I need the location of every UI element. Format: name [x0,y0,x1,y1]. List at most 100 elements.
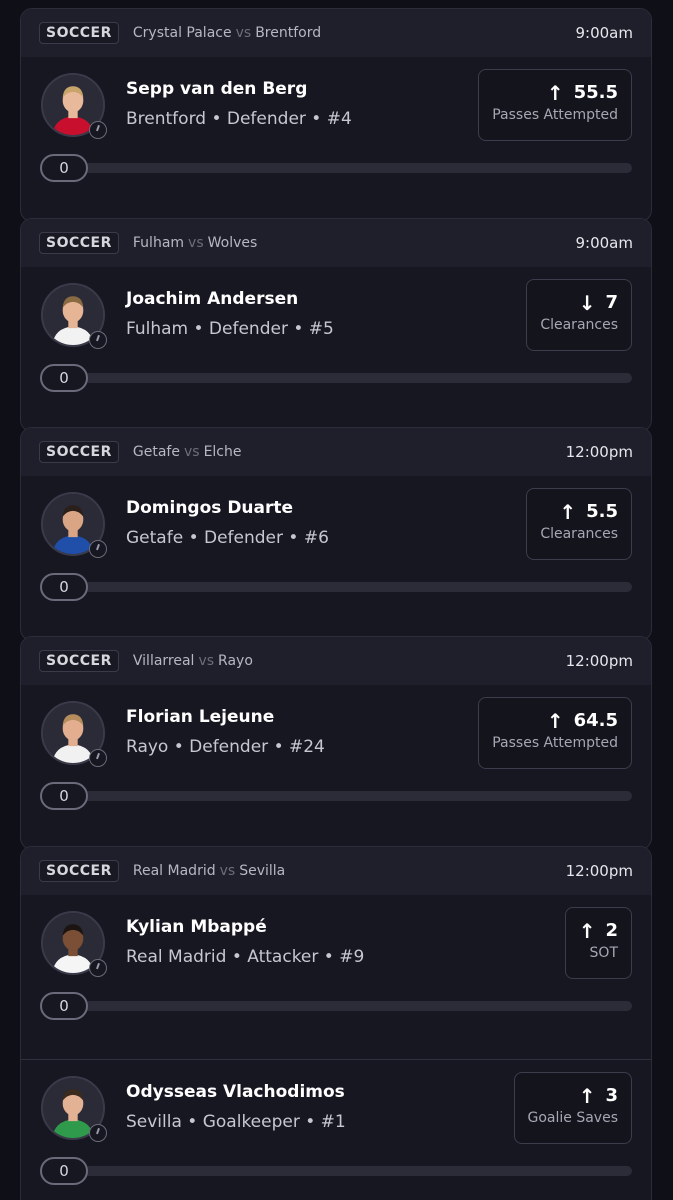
projection-value: 7 [605,292,618,313]
arrow-up-icon: ↑ [578,918,596,943]
vs-label: vs [198,653,215,669]
sport-badge: SOCCER [39,860,119,882]
projection-value: 3 [605,1085,618,1106]
sport-badge: SOCCER [39,22,119,44]
matchup: Real Madrid vs Sevilla [133,863,285,879]
vs-label: vs [219,863,236,879]
current-stat-count: 0 [40,154,88,182]
player-name[interactable]: Domingos Duarte [126,498,293,518]
game-time: 12:00pm [565,443,633,461]
projection-box[interactable]: ↑ 2 SOT [564,907,632,979]
player-prop-row[interactable]: Kylian Mbappé Real Madrid • Attacker • #9… [21,895,651,1059]
projection-box[interactable]: ↑ 55.5 Passes Attempted [478,69,632,141]
player-name[interactable]: Sepp van den Berg [126,79,307,99]
stat-type: Clearances [540,317,618,333]
projection-value: 64.5 [573,710,618,731]
player-team-position: Real Madrid • Attacker • #9 [126,947,365,967]
clock-icon [89,749,107,767]
away-team: Wolves [207,235,258,251]
progress-bar [41,1001,632,1011]
home-team: Getafe [132,444,180,460]
stat-type: Clearances [540,526,618,542]
away-team: Brentford [255,25,322,41]
game-header: SOCCER Getafe vs Elche 12:00pm [21,428,651,476]
arrow-up-icon: ↑ [578,1083,596,1108]
player-name[interactable]: Odysseas Vlachodimos [126,1082,345,1102]
current-stat-count: 0 [40,573,88,601]
clock-icon [89,331,107,349]
projection-line: ↓ 7 [540,292,618,313]
projection-box[interactable]: ↑ 5.5 Clearances [526,488,632,560]
progress-bar [41,791,632,801]
player-name[interactable]: Kylian Mbappé [126,917,267,937]
player-team-position: Fulham • Defender • #5 [126,319,334,339]
projection-box[interactable]: ↓ 7 Clearances [526,279,632,351]
arrow-down-icon: ↓ [578,290,596,315]
away-team: Elche [203,444,242,460]
home-team: Villarreal [132,653,195,669]
projection-line: ↑ 2 [579,920,618,941]
progress-bar [41,373,632,383]
clock-icon [89,540,107,558]
game-card: SOCCER Fulham vs Wolves 9:00am Joachim Anders… [20,218,652,432]
sport-badge: SOCCER [39,232,119,254]
arrow-up-icon: ↑ [546,708,564,733]
matchup: Getafe vs Elche [133,444,242,460]
sport-badge: SOCCER [39,650,119,672]
away-team: Sevilla [239,863,286,879]
current-stat-count: 0 [40,992,88,1020]
home-team: Real Madrid [132,863,216,879]
projection-line: ↑ 3 [528,1083,618,1108]
player-name[interactable]: Florian Lejeune [126,707,274,727]
player-team-position: Getafe • Defender • #6 [126,528,329,548]
away-team: Rayo [218,653,253,669]
projection-line: ↑ 64.5 [492,710,618,731]
game-card: SOCCER Crystal Palace vs Brentford 9:00am Sep… [20,8,652,222]
matchup: Villarreal vs Rayo [133,653,253,669]
player-prop-row[interactable]: Florian Lejeune Rayo • Defender • #24 ↑ 64.… [21,685,651,849]
current-stat-count: 0 [40,782,88,810]
home-team: Fulham [132,235,185,251]
game-header: SOCCER Real Madrid vs Sevilla 12:00pm [21,847,651,895]
matchup: Fulham vs Wolves [133,235,257,251]
game-time: 9:00am [575,24,634,42]
vs-label: vs [188,235,204,251]
stat-type: Passes Attempted [492,735,618,751]
vs-label: vs [183,444,200,460]
progress-bar [41,163,632,173]
progress-bar [41,582,632,592]
projection-value: 5.5 [586,501,618,522]
current-stat-count: 0 [40,1157,88,1185]
arrow-up-icon: ↑ [546,80,564,105]
game-header: SOCCER Crystal Palace vs Brentford 9:00am [21,9,651,57]
sport-badge: SOCCER [39,441,119,463]
player-team-position: Brentford • Defender • #4 [126,109,352,129]
game-card: SOCCER Real Madrid vs Sevilla 12:00pm Kylian … [20,846,652,1200]
projection-box[interactable]: ↑ 64.5 Passes Attempted [478,697,632,769]
stat-type: SOT [589,945,618,961]
game-time: 9:00am [575,234,634,252]
projection-line: ↑ 55.5 [492,82,618,103]
game-header: SOCCER Fulham vs Wolves 9:00am [21,219,651,267]
clock-icon [89,1124,107,1142]
clock-icon [89,959,107,977]
player-prop-row[interactable]: Odysseas Vlachodimos Sevilla • Goalkeeper… [21,1059,651,1200]
game-card: SOCCER Getafe vs Elche 12:00pm Domingos Duart… [20,427,652,641]
home-team: Crystal Palace [132,25,232,41]
player-prop-row[interactable]: Sepp van den Berg Brentford • Defender • … [21,57,651,221]
clock-icon [89,121,107,139]
player-prop-row[interactable]: Domingos Duarte Getafe • Defender • #6 ↑ 5.… [21,476,651,640]
game-time: 12:00pm [565,652,633,670]
progress-bar [41,1166,632,1176]
matchup: Crystal Palace vs Brentford [133,25,321,41]
vs-label: vs [235,25,252,41]
current-stat-count: 0 [40,364,88,392]
arrow-up-icon: ↑ [559,499,577,524]
stat-type: Passes Attempted [492,107,618,123]
stat-type: Goalie Saves [527,1110,619,1126]
player-name[interactable]: Joachim Andersen [126,289,298,309]
projection-box[interactable]: ↑ 3 Goalie Saves [513,1072,632,1144]
player-prop-row[interactable]: Joachim Andersen Fulham • Defender • #5 ↓ 7… [21,267,651,431]
projection-line: ↑ 5.5 [540,501,618,522]
player-team-position: Rayo • Defender • #24 [126,737,325,757]
